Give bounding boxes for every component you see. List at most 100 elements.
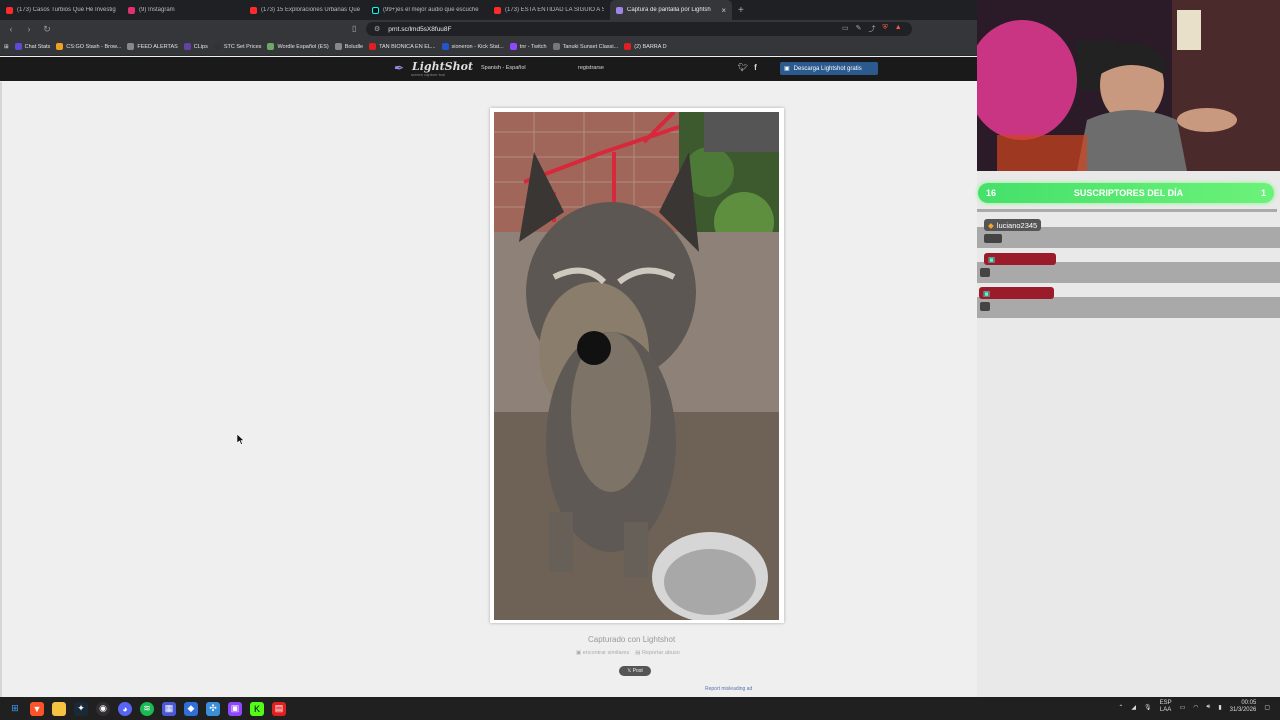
youtube-icon bbox=[6, 6, 13, 14]
monitor-icon: ▣ bbox=[784, 66, 790, 72]
cast-icon[interactable]: ▭ bbox=[842, 24, 849, 34]
clock[interactable]: 00:05 31/3/2026 bbox=[1230, 700, 1257, 714]
bookmarks-bar: ⊞ Chat Stats CS:GO Stash - Brow... FEED … bbox=[0, 38, 977, 56]
chevron-up-icon[interactable]: ⌃ bbox=[1118, 704, 1123, 711]
screenshot-image[interactable] bbox=[494, 112, 779, 620]
bookmark-favicon-icon bbox=[509, 43, 517, 50]
extensions-icon[interactable]: ✎ bbox=[856, 24, 862, 34]
spotify-icon[interactable]: ≋ bbox=[140, 701, 154, 716]
windows-start-icon[interactable]: ⊞ bbox=[8, 702, 22, 716]
brave-icon[interactable]: ▼ bbox=[30, 701, 44, 716]
bookmark-item[interactable]: tnr - Twitch bbox=[509, 43, 547, 50]
bookmark-favicon-icon bbox=[213, 43, 221, 50]
image-actions: ▣ encontrar similares ▤ Reportar abuso bbox=[576, 650, 680, 656]
wifi-icon[interactable]: ◠ bbox=[1193, 704, 1198, 711]
bookmark-item[interactable]: sioneron - Kick Stat... bbox=[441, 43, 504, 50]
bookmark-item[interactable]: FEED ALERTAS bbox=[127, 43, 178, 50]
apps-icon[interactable]: ⊞ bbox=[4, 44, 9, 50]
site-info-icon[interactable]: ⚙ bbox=[374, 25, 380, 33]
webcam-overlay bbox=[977, 0, 1280, 171]
rewards-icon[interactable]: ▲ bbox=[895, 24, 902, 34]
folder-icon[interactable] bbox=[52, 701, 66, 716]
notifications-icon[interactable]: ▢ bbox=[1264, 704, 1270, 711]
share-icon[interactable]: ⤴ bbox=[869, 24, 876, 34]
webcam-image bbox=[977, 0, 1280, 171]
bookmark-item[interactable]: Wordle Español (ES) bbox=[267, 43, 329, 50]
avatar bbox=[984, 234, 1002, 243]
download-button[interactable]: ▣ Descarga Lightshot gratis bbox=[780, 62, 878, 75]
bookmark-item[interactable]: CS:GO Stash - Brow... bbox=[56, 43, 121, 50]
obs-icon[interactable]: ◉ bbox=[96, 701, 110, 716]
sub-name-tag: ▣ bbox=[979, 287, 1054, 299]
twitter-icon[interactable]: 🐦︎ bbox=[738, 63, 748, 72]
app-icon[interactable]: ▦ bbox=[162, 701, 176, 716]
avatar bbox=[980, 302, 990, 311]
kick-icon[interactable]: K bbox=[250, 701, 264, 716]
bookmark-item[interactable]: (2) BARRA D bbox=[624, 43, 667, 50]
facebook-icon[interactable]: f bbox=[754, 63, 757, 72]
bookmark-favicon-icon bbox=[441, 43, 449, 50]
twitch-icon[interactable]: ▣ bbox=[228, 701, 242, 716]
discord-icon[interactable]: ◕ bbox=[118, 701, 132, 716]
tab[interactable]: (173) Casos Turbios Que He Investig bbox=[0, 0, 122, 20]
network-icon[interactable]: ▭ bbox=[1180, 704, 1186, 711]
report-abuse-link[interactable]: ▤ Reportar abuso bbox=[635, 650, 680, 656]
bookmark-favicon-icon bbox=[183, 43, 191, 50]
bookmark-favicon-icon bbox=[56, 43, 64, 50]
bookmark-icon[interactable]: ▯ bbox=[352, 24, 356, 33]
page-content bbox=[0, 82, 977, 697]
bookmark-favicon-icon bbox=[552, 43, 560, 50]
bookmark-item[interactable]: Boludle bbox=[334, 43, 363, 50]
find-similar-link[interactable]: ▣ encontrar similares bbox=[576, 650, 629, 656]
captured-label: Capturado con Lightshot bbox=[588, 635, 676, 644]
badge-icon: ◆ bbox=[988, 220, 994, 230]
app-icon[interactable]: ▤ bbox=[272, 701, 286, 716]
bookmark-favicon-icon bbox=[14, 43, 22, 50]
report-ad-link[interactable]: Report misleading ad bbox=[705, 686, 752, 692]
close-icon[interactable]: × bbox=[721, 6, 726, 15]
avatar bbox=[980, 268, 990, 277]
tab[interactable]: (99+)es el mejor audio que escuche bbox=[366, 0, 488, 20]
brave-shield-icon[interactable]: ⛨ bbox=[883, 24, 888, 34]
forward-icon[interactable]: › bbox=[22, 22, 36, 36]
tab[interactable]: (9) Instagram bbox=[122, 0, 244, 20]
language-selector[interactable]: Spanish - Español bbox=[481, 65, 526, 71]
address-bar[interactable]: ⚙ prnt.sc/lmd5sX8fuu8F bbox=[366, 22, 912, 36]
taskbar: ⊞ ▼ ✦ ◉ ◕ ≋ ▦ ◆ ✣ ▣ K ▤ bbox=[0, 697, 1280, 720]
youtube-icon bbox=[494, 6, 501, 14]
sub-row bbox=[977, 297, 1280, 318]
bookmark-item[interactable]: TAN BIONICA EN EL... bbox=[369, 43, 436, 50]
badge-icon: ▣ bbox=[983, 288, 991, 298]
cursor-icon bbox=[236, 433, 245, 445]
bookmark-item[interactable]: CLips bbox=[183, 43, 208, 50]
bookmark-item[interactable]: STC Set Prices bbox=[213, 43, 261, 50]
microphone-icon[interactable]: 🎙︎ bbox=[1144, 704, 1152, 711]
feather-icon: ✒ bbox=[394, 61, 405, 75]
tab-active[interactable]: Captura de pantalla por Lightsh × bbox=[610, 0, 732, 20]
sub-count: 16 bbox=[986, 188, 997, 198]
social-links: 🐦︎ f bbox=[738, 63, 757, 72]
tiktok-icon bbox=[372, 6, 379, 14]
register-link[interactable]: registrarse bbox=[578, 65, 604, 71]
x-post-button[interactable]: 𝕏 Post bbox=[619, 666, 651, 676]
divider bbox=[977, 209, 1277, 212]
volume-icon[interactable]: 🔊︎ bbox=[1207, 704, 1211, 711]
app-icon[interactable]: ✣ bbox=[206, 701, 220, 716]
tab[interactable]: (173) ESTA ENTIDAD LA SIGUIÓ A SU bbox=[488, 0, 610, 20]
tab[interactable]: (173) 15 Exploraciones Urbanas Que bbox=[244, 0, 366, 20]
back-icon[interactable]: ‹ bbox=[4, 22, 18, 36]
new-tab-button[interactable]: + bbox=[738, 5, 744, 16]
language-indicator[interactable]: ESP LAA bbox=[1160, 700, 1172, 714]
reload-icon[interactable]: ↻ bbox=[40, 22, 54, 36]
dog-photo bbox=[494, 112, 779, 620]
vpn-icon[interactable]: ◢ bbox=[1131, 704, 1136, 711]
bookmark-favicon-icon bbox=[334, 43, 342, 50]
steam-icon[interactable]: ✦ bbox=[74, 701, 88, 716]
browser-window: (173) Casos Turbios Que He Investig (9) … bbox=[0, 0, 977, 697]
app-icon[interactable]: ◆ bbox=[184, 701, 198, 716]
bookmark-item[interactable]: Chat Stats bbox=[14, 43, 50, 50]
bookmark-item[interactable]: Tanuki Sunset Classi... bbox=[552, 43, 618, 50]
bookmark-favicon-icon bbox=[267, 43, 275, 50]
sub-name-tag: ▣ bbox=[984, 253, 1056, 265]
battery-icon[interactable]: ▮ bbox=[1218, 704, 1221, 711]
